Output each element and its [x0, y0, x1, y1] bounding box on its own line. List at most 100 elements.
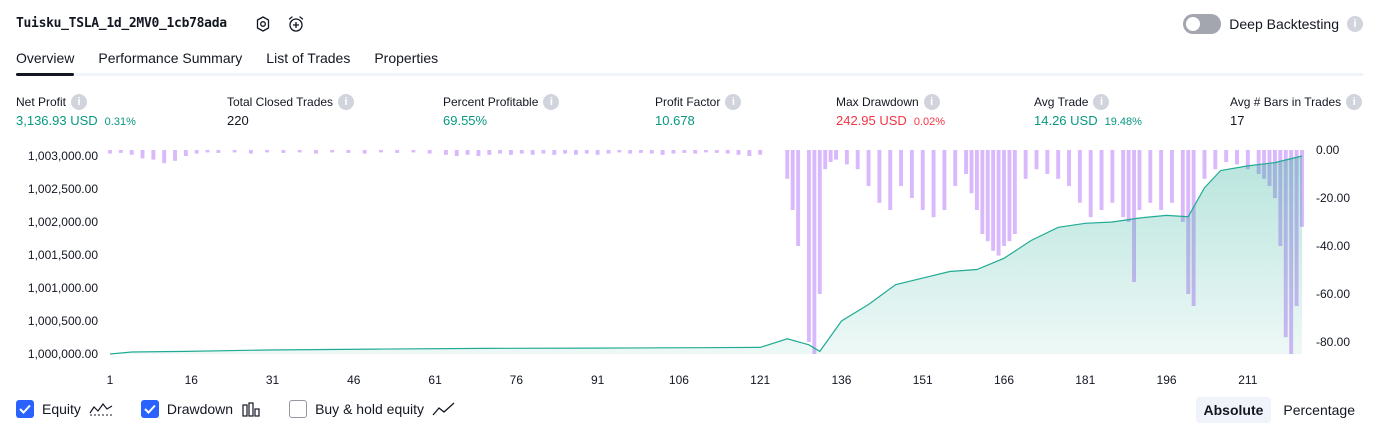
drawdown-bar [931, 150, 936, 218]
drawdown-bar [660, 150, 665, 155]
x-axis-tick: 1 [107, 373, 114, 387]
drawdown-bar [411, 150, 416, 153]
drawdown-bar [877, 150, 882, 203]
drawdown-bar [736, 150, 741, 155]
metric-net-profit: Net Profit i 3,136.93 USD 0.31% [16, 94, 136, 128]
metric-label: Max Drawdown [836, 95, 919, 109]
drawdown-bar [671, 150, 676, 154]
drawdown-bar [1159, 150, 1164, 210]
x-axis-tick: 121 [750, 373, 770, 387]
tab-performance-summary[interactable]: Performance Summary [98, 46, 242, 73]
drawdown-bar [194, 150, 199, 154]
info-icon[interactable]: i [543, 94, 560, 110]
drawdown-bar [1045, 150, 1050, 174]
drawdown-bar [747, 150, 752, 156]
drawdown-bar [693, 150, 698, 154]
drawdown-checkbox[interactable] [140, 400, 159, 418]
drawdown-bar [991, 150, 996, 251]
drawdown-bar [1056, 150, 1061, 179]
drawdown-bar [617, 150, 622, 153]
info-icon[interactable]: i [725, 94, 742, 110]
right-axis: 0.00 -20.00 -40.00 -60.00 -80.00 [1316, 143, 1350, 349]
drawdown-bar [151, 150, 156, 160]
drawdown-bar [129, 150, 134, 155]
metric-value: 69.55% [443, 113, 488, 128]
drawdown-bar [595, 150, 600, 155]
x-axis-tick: 151 [913, 373, 933, 387]
drawdown-bar [465, 150, 470, 155]
tab-properties[interactable]: Properties [374, 46, 438, 73]
metric-percent: 0.31% [104, 116, 136, 128]
right-axis-tick: 0.00 [1316, 143, 1340, 157]
drawdown-bar [183, 150, 188, 156]
metric-percent: 19.48% [1104, 116, 1142, 128]
metric-max-drawdown: Max Drawdown i 242.95 USD 0.02% [836, 94, 945, 128]
info-icon[interactable]: i [1346, 94, 1363, 110]
drawdown-bar [1170, 150, 1174, 203]
drawdown-bar [173, 150, 177, 161]
metric-avg-trade: Avg Trade i 14.26 USD 19.48% [1034, 94, 1142, 128]
left-axis-tick: 1,003,000.00 [28, 149, 98, 163]
left-axis-tick: 1,001,000.00 [28, 281, 98, 295]
drawdown-bar [498, 150, 503, 154]
drawdown-bar [297, 150, 302, 153]
drawdown-bar [563, 150, 568, 154]
drawdown-bar [899, 150, 904, 186]
x-axis-tick: 31 [266, 373, 280, 387]
info-icon[interactable]: i [1347, 16, 1363, 32]
drawdown-bar [1213, 150, 1218, 170]
drawdown-bar [964, 150, 969, 174]
drawdown-bar [1121, 150, 1126, 218]
drawdown-bar [454, 150, 459, 156]
deep-backtesting-toggle[interactable] [1183, 14, 1222, 34]
x-axis-tick: 91 [591, 373, 605, 387]
info-icon[interactable]: i [71, 94, 88, 110]
drawdown-bar [996, 150, 1001, 256]
drawdown-bar [108, 150, 112, 154]
absolute-button[interactable]: Absolute [1195, 397, 1272, 423]
x-axis-tick: 106 [669, 373, 689, 387]
legend-drawdown[interactable]: Drawdown [140, 400, 261, 418]
info-icon[interactable]: i [338, 94, 355, 110]
drawdown-bar [1023, 150, 1028, 179]
percentage-button[interactable]: Percentage [1275, 397, 1363, 423]
drawdown-bar [1202, 150, 1207, 179]
metric-label: Avg Trade [1034, 95, 1089, 109]
settings-icon[interactable] [253, 14, 273, 34]
drawdown-bar [806, 150, 811, 342]
drawdown-bar [162, 150, 167, 164]
metric-percent: 0.02% [913, 116, 946, 128]
equity-checkbox[interactable] [16, 400, 34, 418]
metric-profit-factor: Profit Factor i 10.678 [655, 94, 742, 128]
drawdown-bar [1126, 150, 1131, 222]
line-chart-icon [432, 401, 456, 417]
drawdown-bar [985, 150, 990, 242]
drawdown-bar [584, 150, 589, 154]
drawdown-bar [1110, 150, 1115, 203]
drawdown-bar [541, 150, 546, 154]
drawdown-bar [682, 150, 687, 153]
equity-drawdown-chart[interactable]: 1,003,000.00 1,002,500.00 1,002,000.00 1,00… [0, 140, 1379, 390]
drawdown-bar [519, 150, 524, 154]
info-icon[interactable]: i [1093, 94, 1110, 110]
buy-hold-checkbox[interactable] [289, 400, 308, 418]
drawdown-bar [796, 150, 801, 246]
left-axis-tick: 1,000,500.00 [28, 314, 98, 328]
legend-buy-hold[interactable]: Buy & hold equity [289, 400, 456, 418]
legend-equity[interactable]: Equity [16, 400, 113, 418]
metric-value: 220 [227, 113, 249, 128]
bar-chart-icon [241, 401, 261, 417]
drawdown-bar [248, 150, 253, 154]
drawdown-bar [628, 150, 633, 154]
info-icon[interactable]: i [923, 94, 940, 110]
report-header: Tuisku_TSLA_1d_2MV0_1cb78ada Deep Backte… [16, 12, 1363, 38]
add-alert-icon[interactable] [286, 14, 306, 34]
drawdown-bar [714, 150, 719, 153]
x-axis-tick: 76 [510, 373, 524, 387]
drawdown-bar [812, 150, 817, 354]
tab-overview[interactable]: Overview [16, 46, 75, 76]
drawdown-bar [362, 150, 367, 154]
drawdown-bar [216, 150, 221, 153]
drawdown-bar [953, 150, 958, 186]
tab-list-of-trades[interactable]: List of Trades [266, 46, 350, 73]
